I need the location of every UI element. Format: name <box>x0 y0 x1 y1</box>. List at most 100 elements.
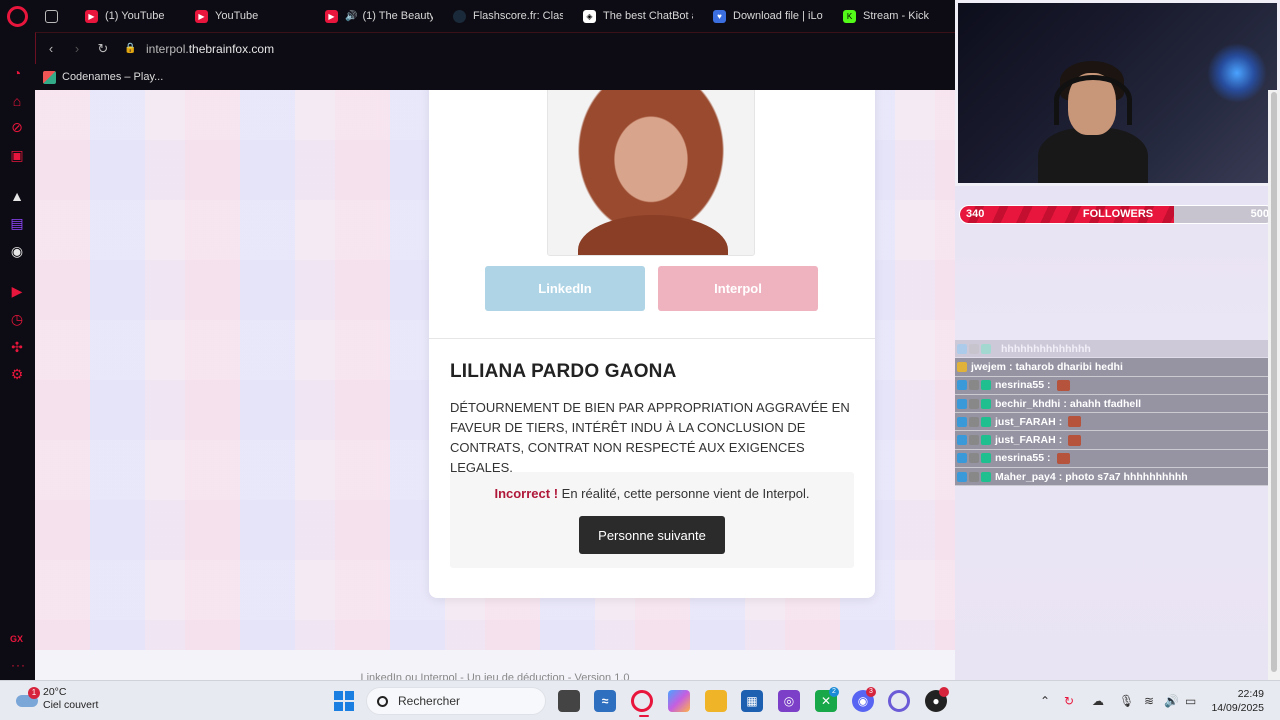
weather-app-icon[interactable]: ≈ <box>594 690 616 712</box>
chat-message: jwejem: taharob dharibi hedhi <box>955 358 1269 377</box>
opera-gx-logo-icon[interactable] <box>7 6 28 27</box>
next-person-button[interactable]: Personne suivante <box>579 516 725 554</box>
chat-badge-icon <box>981 435 991 446</box>
cloud-icon: 1 <box>14 687 40 709</box>
proton-icon[interactable]: ◎ <box>778 690 800 712</box>
tab-bar: ▶ (1) YouTube ▶ YouTube ▶ 🔊 (1) The Beauty F… <box>35 0 955 32</box>
task-view-icon[interactable] <box>558 690 580 712</box>
scrollbar-thumb[interactable] <box>1271 92 1277 672</box>
no-entry-icon[interactable]: ⊘ <box>8 118 26 136</box>
youtube-icon: ▶ <box>85 9 98 23</box>
discord-icon[interactable]: ◉ <box>8 242 26 260</box>
interpol-button[interactable]: Interpol <box>658 266 818 311</box>
browser-sidebar: ◔ ⌂ ⊘ ▣ ▲ ▤ ◉ ▶ ◷ ✣ ⚙ GX ··· <box>0 0 35 680</box>
forward-arrow-icon[interactable]: › <box>66 41 88 56</box>
speaker-icon: 🔊 <box>345 10 358 22</box>
result-line: Incorrect ! En réalité, cette personne v… <box>450 486 854 501</box>
weather-widget[interactable]: 1 20°C Ciel couvert <box>14 686 98 712</box>
lock-icon[interactable]: 🔒 <box>124 43 136 55</box>
url-field[interactable]: interpol.thebrainfox.com <box>146 42 274 56</box>
result-panel: Incorrect ! En réalité, cette personne v… <box>450 472 854 568</box>
twitch-icon[interactable]: ▤ <box>8 214 26 232</box>
file-explorer-icon[interactable] <box>705 690 727 712</box>
opera-icon[interactable] <box>888 690 910 712</box>
more-options-icon[interactable]: ··· <box>11 658 26 672</box>
chat-text: hhhhhhhhhhhhhh <box>1001 342 1091 355</box>
clock[interactable]: 22:49 14/09/2025 <box>1208 687 1264 715</box>
chat-badge-icon <box>957 398 967 409</box>
kick-icon: K <box>843 9 856 23</box>
chat-badge-icon <box>957 453 967 464</box>
tab-youtube-2[interactable]: ▶ YouTube <box>185 0 315 32</box>
chat-username: just_FARAH <box>995 434 1056 447</box>
search-placeholder: Rechercher <box>398 694 461 708</box>
opera-gx-icon[interactable] <box>631 690 653 712</box>
heart-icon: ♥ <box>713 9 726 23</box>
bookmark-codenames[interactable]: Codenames – Play... <box>62 71 163 83</box>
tab-ilove[interactable]: ♥ Download file | iLov <box>703 0 833 32</box>
workspaces-icon <box>45 9 58 23</box>
chat-emote-icon <box>1068 434 1082 446</box>
back-arrow-icon[interactable]: ‹ <box>40 41 62 56</box>
onedrive-cloud-icon[interactable]: ☁ <box>1092 694 1104 708</box>
chat-badge-icon <box>981 398 991 409</box>
person-photo <box>547 90 755 256</box>
chat-badge-icon <box>957 435 967 446</box>
chat-badge-icon <box>969 343 979 354</box>
chat-separator: : <box>1058 470 1063 483</box>
chevron-up-icon[interactable]: ⌃ <box>1040 694 1050 708</box>
chat-message: nesrina55: <box>955 376 1269 395</box>
chat-badge-icon <box>981 471 991 482</box>
chat-emote-icon <box>1056 452 1070 464</box>
tab-youtube-3[interactable]: ▶ 🔊 (1) The Beauty <box>315 0 443 32</box>
chat-badge-icon <box>981 453 991 464</box>
page-scrollbar[interactable] <box>1268 90 1280 680</box>
tab-label: The best ChatBot a <box>603 10 693 22</box>
tab-label: Flashscore.fr: Clas <box>473 10 563 22</box>
tab-youtube-1[interactable]: ▶ (1) YouTube <box>75 0 185 32</box>
history-icon[interactable]: ◷ <box>8 310 26 328</box>
webcam-feed <box>955 0 1280 186</box>
windows-start-icon[interactable] <box>334 691 354 711</box>
sync-icon[interactable]: ↻ <box>1064 694 1074 708</box>
followers-goal: 500 <box>1250 208 1269 220</box>
tab-flashscore[interactable]: Flashscore.fr: Clas <box>443 0 573 32</box>
tab-label: Stream - Kick Da <box>863 10 933 22</box>
extensions-icon[interactable]: ✣ <box>8 338 26 356</box>
copilot-icon[interactable] <box>668 690 690 712</box>
chat-username: bechir_khdhi <box>995 397 1061 410</box>
chat-badge-icon <box>957 416 967 427</box>
gx-control-label[interactable]: GX <box>10 634 23 644</box>
tab-workspaces[interactable] <box>35 0 75 32</box>
tab-kick[interactable]: K Stream - Kick Da <box>833 0 943 32</box>
taskbar-search[interactable]: Rechercher <box>366 687 546 715</box>
chat-emote-icon <box>1056 379 1070 391</box>
recording-badge <box>939 687 949 697</box>
webcam-streamer-body <box>1038 128 1148 183</box>
linkedin-button[interactable]: LinkedIn <box>485 266 645 311</box>
settings-gear-icon[interactable]: ⚙ <box>8 365 26 383</box>
chat-username: nesrina55 <box>995 379 1045 392</box>
chat-badge-icon <box>957 471 967 482</box>
tab-chatbot[interactable]: ◈ The best ChatBot a <box>573 0 703 32</box>
wifi-icon[interactable]: ≋ <box>1144 694 1154 708</box>
player-icon[interactable]: ▶ <box>8 282 26 300</box>
chat-username: nesrina55 <box>995 452 1045 465</box>
microphone-icon[interactable]: 🎙 <box>1119 694 1134 708</box>
weather-text: 20°C Ciel couvert <box>43 686 98 712</box>
chat-message: hhhhhhhhhhhhhh <box>955 340 1269 359</box>
gx-corner-icon[interactable]: ⌂ <box>8 92 26 110</box>
volume-icon[interactable]: 🔊 <box>1164 694 1179 708</box>
aria-ai-icon[interactable]: ▲ <box>8 187 26 205</box>
subscriber-badge-icon <box>957 361 967 372</box>
chat-message: Maher_pay4: photo s7a7 hhhhhhhhhh <box>955 468 1269 487</box>
chat-badge-icon <box>969 435 979 446</box>
microsoft-store-icon[interactable]: ▦ <box>741 690 763 712</box>
speed-dial-icon[interactable]: ◔ <box>8 64 26 82</box>
news-icon[interactable]: ▣ <box>8 146 26 164</box>
url-domain: thebrainfox.com <box>188 41 275 56</box>
battery-icon[interactable]: ▭ <box>1185 694 1196 708</box>
url-subdomain: interpol. <box>146 41 189 56</box>
reload-icon[interactable]: ↻ <box>92 41 114 57</box>
tab-label: (1) The Beauty <box>362 10 433 22</box>
